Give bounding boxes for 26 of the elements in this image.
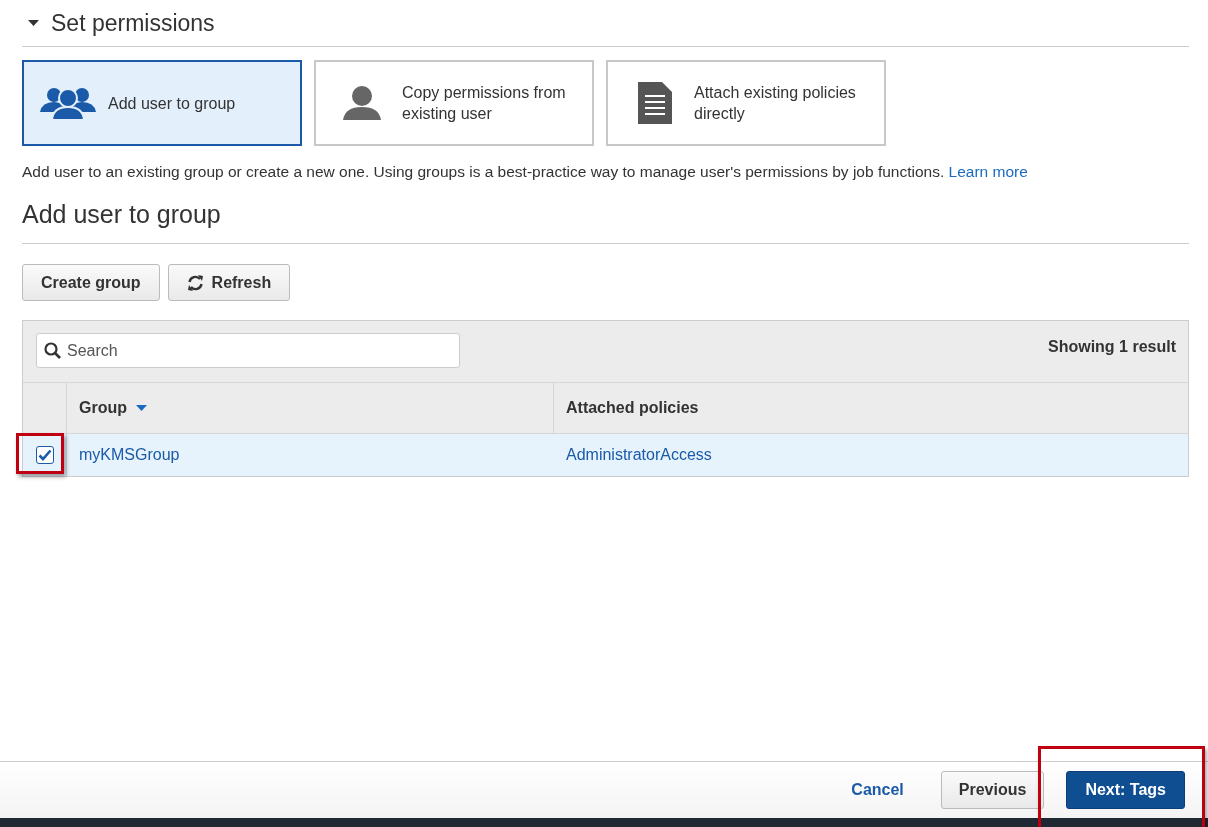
cancel-link[interactable]: Cancel <box>834 771 921 809</box>
learn-more-link[interactable]: Learn more <box>948 163 1028 180</box>
option-label: Add user to group <box>108 93 237 114</box>
column-header[interactable]: Attached policies <box>554 383 1188 433</box>
result-count: Showing 1 result <box>1048 338 1176 356</box>
group-link[interactable]: myKMSGroup <box>79 446 180 464</box>
refresh-button[interactable]: Refresh <box>167 264 291 301</box>
policy-link[interactable]: AdministratorAccess <box>566 446 712 464</box>
users-icon <box>40 86 96 120</box>
document-icon <box>636 82 672 124</box>
option-label: Attach existing policies directly <box>694 83 857 124</box>
previous-button[interactable]: Previous <box>940 771 1045 809</box>
collapse-caret-icon[interactable] <box>28 20 39 26</box>
permission-option-card[interactable]: Copy permissions from existing user <box>314 60 594 146</box>
panel-title: Add user to group <box>22 198 1189 244</box>
permission-option-card[interactable]: Add user to group <box>22 60 302 146</box>
option-label: Copy permissions from existing user <box>402 83 567 124</box>
description-text: Add user to an existing group or create a new one. Using groups is a best-practice way to manage user's permissions by job functions. Learn more <box>22 162 1029 182</box>
user-icon <box>343 86 381 120</box>
row-checkbox[interactable] <box>35 446 54 464</box>
create-group-button[interactable]: Create group <box>22 264 160 301</box>
permission-option-card[interactable]: Attach existing policies directly <box>606 60 886 146</box>
refresh-icon <box>186 274 204 291</box>
section-title: Set permissions <box>51 9 215 37</box>
search-field[interactable]: Search <box>36 333 460 368</box>
next-button[interactable]: Next: Tags <box>1066 771 1185 809</box>
